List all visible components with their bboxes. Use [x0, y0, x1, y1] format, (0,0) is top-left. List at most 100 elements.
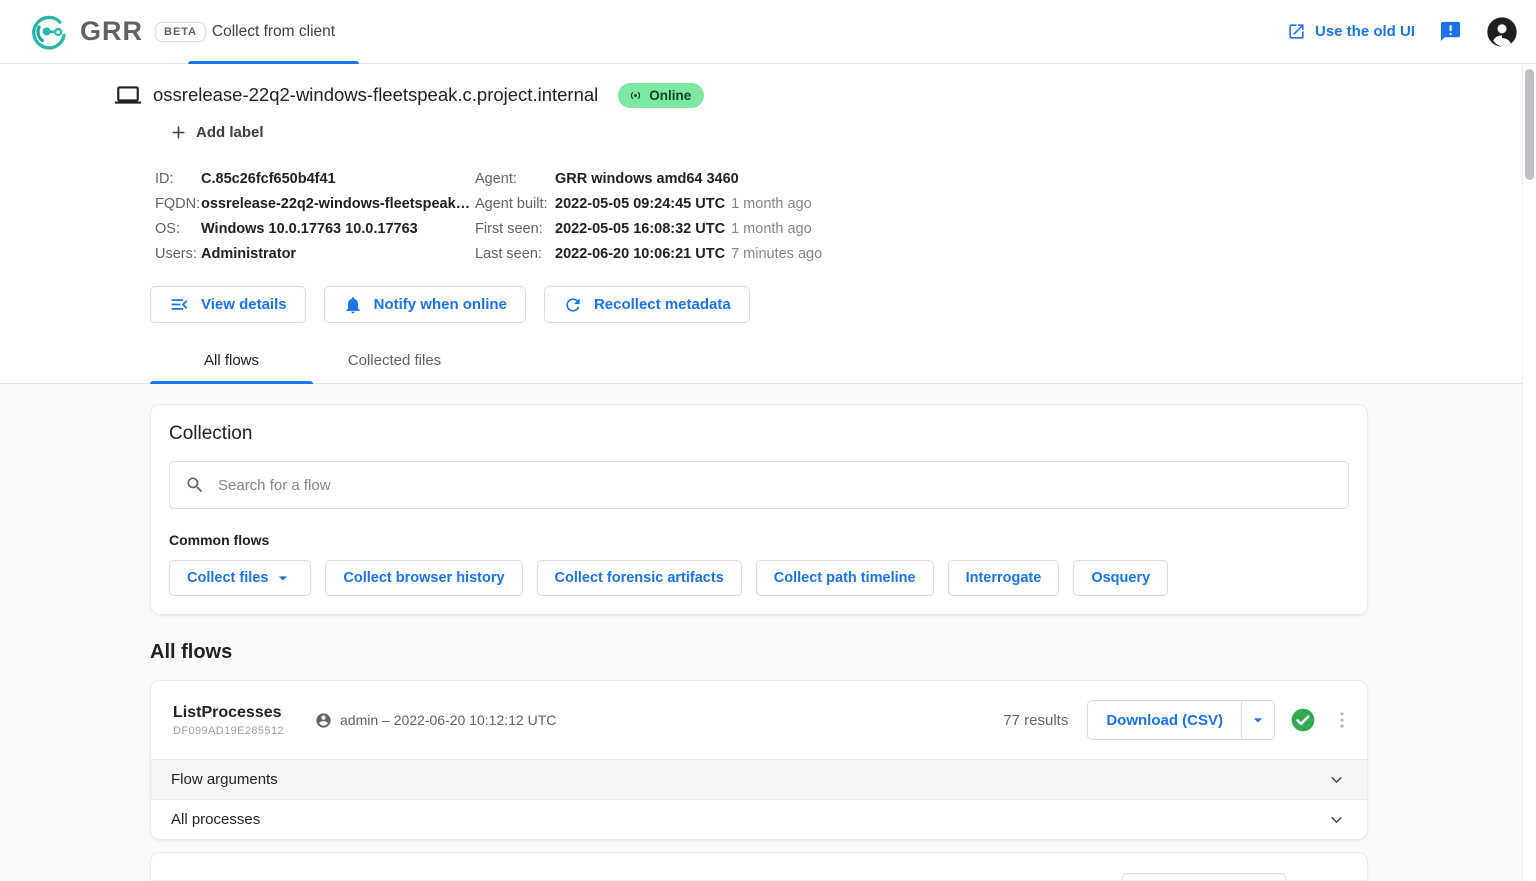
- flow-creator-line: admin – 2022-06-20 10:12:12 UTC: [340, 712, 556, 728]
- flow-menu-button[interactable]: [1331, 709, 1353, 731]
- tab-collect-from-client-label: Collect from client: [212, 23, 335, 41]
- detail-value: 2022-05-05 16:08:32 UTC: [555, 221, 725, 237]
- top-bar: GRR BETA Collect from client Use the old…: [0, 0, 1536, 64]
- detail-row-id: ID: C.85c26fcf650b4f41: [155, 166, 475, 191]
- online-status-label: Online: [649, 88, 691, 103]
- add-label-row: Add label: [170, 124, 1536, 146]
- detail-value: GRR windows amd64 3460: [555, 171, 739, 187]
- collect-files-button[interactable]: Collect files: [169, 560, 311, 596]
- flow-arguments-expander[interactable]: Flow arguments: [151, 759, 1367, 799]
- download-csv-button[interactable]: Download (CSV): [1088, 701, 1241, 739]
- tab-collect-from-client[interactable]: Collect from client: [188, 0, 359, 64]
- view-details-label: View details: [201, 296, 287, 313]
- collect-browser-history-label: Collect browser history: [343, 570, 504, 586]
- client-details-right: Agent: GRR windows amd64 3460 Agent buil…: [475, 166, 822, 266]
- chevron-down-icon[interactable]: [1326, 809, 1347, 830]
- download-split-button: Download (CSV): [1087, 700, 1275, 740]
- caret-down-icon: [273, 568, 293, 588]
- recollect-metadata-button[interactable]: Recollect metadata: [544, 286, 750, 323]
- detail-relative-time: 7 minutes ago: [731, 246, 822, 262]
- flow-search-input[interactable]: [218, 477, 1333, 494]
- collect-browser-history-button[interactable]: Collect browser history: [325, 560, 522, 596]
- add-label-label: Add label: [196, 124, 264, 141]
- brand: GRR BETA: [0, 13, 206, 51]
- tab-collected-files[interactable]: Collected files: [313, 337, 476, 383]
- flow-card-listprocesses: ListProcesses DF099AD19E285512 admin – 2…: [150, 680, 1368, 840]
- client-action-buttons: View details Notify when online Recollec…: [150, 286, 1536, 323]
- caret-down-icon: [1248, 710, 1268, 730]
- notify-when-online-button[interactable]: Notify when online: [324, 286, 526, 323]
- collect-forensic-artifacts-button[interactable]: Collect forensic artifacts: [537, 560, 742, 596]
- flow-header-right: 77 results Download (CSV): [1003, 700, 1353, 740]
- scrollbar-thumb[interactable]: [1525, 69, 1534, 180]
- add-label-button[interactable]: Add label: [170, 124, 264, 141]
- interrogate-label: Interrogate: [966, 570, 1042, 586]
- collection-card: Collection Common flows Collect files Co…: [150, 404, 1368, 615]
- notify-when-online-label: Notify when online: [374, 296, 507, 313]
- online-broadcast-icon: [628, 88, 643, 103]
- open-in-new-icon: [1287, 22, 1306, 41]
- download-csv-label: Download (CSV): [1106, 712, 1223, 729]
- person-circle-icon: [315, 712, 332, 729]
- client-tabs: All flows Collected files: [0, 337, 1536, 384]
- feedback-button[interactable]: [1439, 20, 1462, 43]
- client-hostname: ossrelease-22q2-windows-fleetspeak.c.pro…: [153, 84, 598, 106]
- chevron-down-icon[interactable]: [1326, 769, 1347, 790]
- partial-download-button[interactable]: [1122, 873, 1286, 880]
- bell-icon: [343, 295, 363, 315]
- tab-all-flows[interactable]: All flows: [150, 337, 313, 383]
- detail-label: Agent built:: [475, 196, 555, 212]
- common-flows-label: Common flows: [169, 532, 1349, 548]
- detail-label: FQDN:: [155, 196, 201, 212]
- detail-row-first-seen: First seen: 2022-05-05 16:08:32 UTC 1 mo…: [475, 216, 822, 241]
- download-options-button[interactable]: [1241, 701, 1274, 739]
- tab-all-flows-label: All flows: [204, 352, 259, 369]
- use-old-ui-link[interactable]: Use the old UI: [1287, 22, 1415, 41]
- detail-label: OS:: [155, 221, 201, 237]
- client-overview: ossrelease-22q2-windows-fleetspeak.c.pro…: [0, 64, 1536, 323]
- top-bar-right: Use the old UI: [1287, 16, 1536, 48]
- detail-value: 2022-05-05 09:24:45 UTC: [555, 196, 725, 212]
- detail-label: Users:: [155, 246, 201, 262]
- interrogate-button[interactable]: Interrogate: [948, 560, 1060, 596]
- flow-name-block: ListProcesses DF099AD19E285512: [173, 704, 315, 737]
- user-avatar[interactable]: [1486, 16, 1518, 48]
- view-details-button[interactable]: View details: [150, 286, 306, 323]
- flow-header-row: ListProcesses DF099AD19E285512 admin – 2…: [151, 681, 1367, 759]
- detail-row-agent: Agent: GRR windows amd64 3460: [475, 166, 822, 191]
- menu-open-icon: [169, 294, 190, 315]
- detail-value: C.85c26fcf650b4f41: [201, 171, 336, 187]
- next-flow-card-partial: [150, 852, 1368, 880]
- detail-row-users: Users: Administrator: [155, 241, 475, 266]
- collect-forensic-artifacts-label: Collect forensic artifacts: [555, 570, 724, 586]
- all-processes-expander[interactable]: All processes: [151, 799, 1367, 839]
- online-status-badge: Online: [618, 83, 704, 108]
- client-details: ID: C.85c26fcf650b4f41 FQDN: ossrelease-…: [155, 166, 1536, 266]
- refresh-icon: [563, 295, 583, 315]
- flows-area: Collection Common flows Collect files Co…: [0, 384, 1536, 881]
- flow-creator: admin – 2022-06-20 10:12:12 UTC: [315, 712, 556, 729]
- detail-label: First seen:: [475, 221, 555, 237]
- detail-value: ossrelease-22q2-windows-fleetspeak…: [201, 196, 470, 212]
- more-vert-icon: [1331, 709, 1353, 731]
- account-circle-icon: [1486, 16, 1518, 48]
- client-details-left: ID: C.85c26fcf650b4f41 FQDN: ossrelease-…: [155, 166, 475, 266]
- plus-icon: [170, 124, 187, 141]
- collect-path-timeline-label: Collect path timeline: [774, 570, 916, 586]
- use-old-ui-label: Use the old UI: [1315, 23, 1415, 40]
- feedback-icon: [1439, 20, 1462, 43]
- detail-relative-time: 1 month ago: [731, 221, 812, 237]
- osquery-button[interactable]: Osquery: [1073, 560, 1168, 596]
- detail-value: Windows 10.0.17763 10.0.17763: [201, 221, 418, 237]
- common-flows-buttons: Collect files Collect browser history Co…: [169, 560, 1349, 596]
- flow-arguments-label: Flow arguments: [171, 771, 278, 788]
- collect-path-timeline-button[interactable]: Collect path timeline: [756, 560, 934, 596]
- client-title-row: ossrelease-22q2-windows-fleetspeak.c.pro…: [115, 80, 1536, 110]
- grr-logo-icon: [30, 13, 68, 51]
- detail-label: Agent:: [475, 171, 555, 187]
- osquery-label: Osquery: [1091, 570, 1150, 586]
- detail-label: Last seen:: [475, 246, 555, 262]
- page-scrollbar[interactable]: [1522, 64, 1536, 881]
- collect-files-label: Collect files: [187, 570, 268, 586]
- detail-relative-time: 1 month ago: [731, 196, 812, 212]
